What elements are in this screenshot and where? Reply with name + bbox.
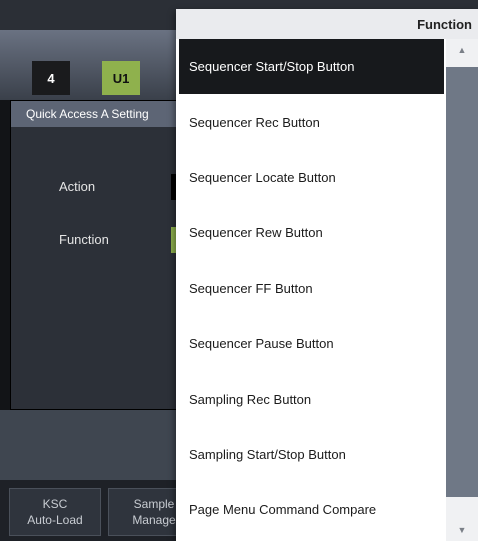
quick-access-setting-panel: Quick Access A Setting Action Function	[10, 100, 182, 410]
action-label: Action	[59, 179, 96, 194]
menu-item[interactable]: Sampling Start/Stop Button	[176, 427, 446, 482]
menu-item[interactable]: Sequencer FF Button	[176, 261, 446, 316]
ksc-auto-load-button[interactable]: KSC Auto-Load	[9, 488, 101, 536]
menu-item[interactable]: Sampling Rec Button	[176, 371, 446, 426]
menu-item[interactable]: Sequencer Pause Button	[176, 316, 446, 371]
menu-item[interactable]: Page Menu Command Compare	[176, 482, 446, 537]
menu-item[interactable]: Sequencer Locate Button	[176, 150, 446, 205]
menu-item[interactable]: Sequencer Rew Button	[176, 205, 446, 260]
triangle-up-icon[interactable]: ▲	[446, 45, 478, 55]
ksc-auto-load-line1: KSC	[42, 497, 68, 511]
dropdown-title: Function	[417, 17, 472, 32]
tab-4[interactable]: 4	[32, 61, 70, 95]
setting-title: Quick Access A Setting	[11, 101, 181, 127]
function-dropdown: Function Sequencer Start/Stop Button Seq…	[176, 9, 478, 541]
ksc-auto-load-line2: Auto-Load	[27, 513, 83, 527]
menu-item[interactable]: Sequencer Rec Button	[176, 94, 446, 149]
tab-u1[interactable]: U1	[102, 61, 140, 95]
dropdown-header: Function	[176, 9, 478, 39]
menu-item[interactable]: Sequencer Start/Stop Button	[179, 39, 444, 95]
function-label: Function	[59, 232, 109, 247]
triangle-down-icon[interactable]: ▼	[446, 525, 478, 535]
scroll-thumb[interactable]	[446, 67, 478, 497]
function-list: Sequencer Start/Stop Button Sequencer Re…	[176, 39, 446, 538]
dropdown-scrollbar[interactable]: ▲ ▼	[446, 39, 478, 541]
